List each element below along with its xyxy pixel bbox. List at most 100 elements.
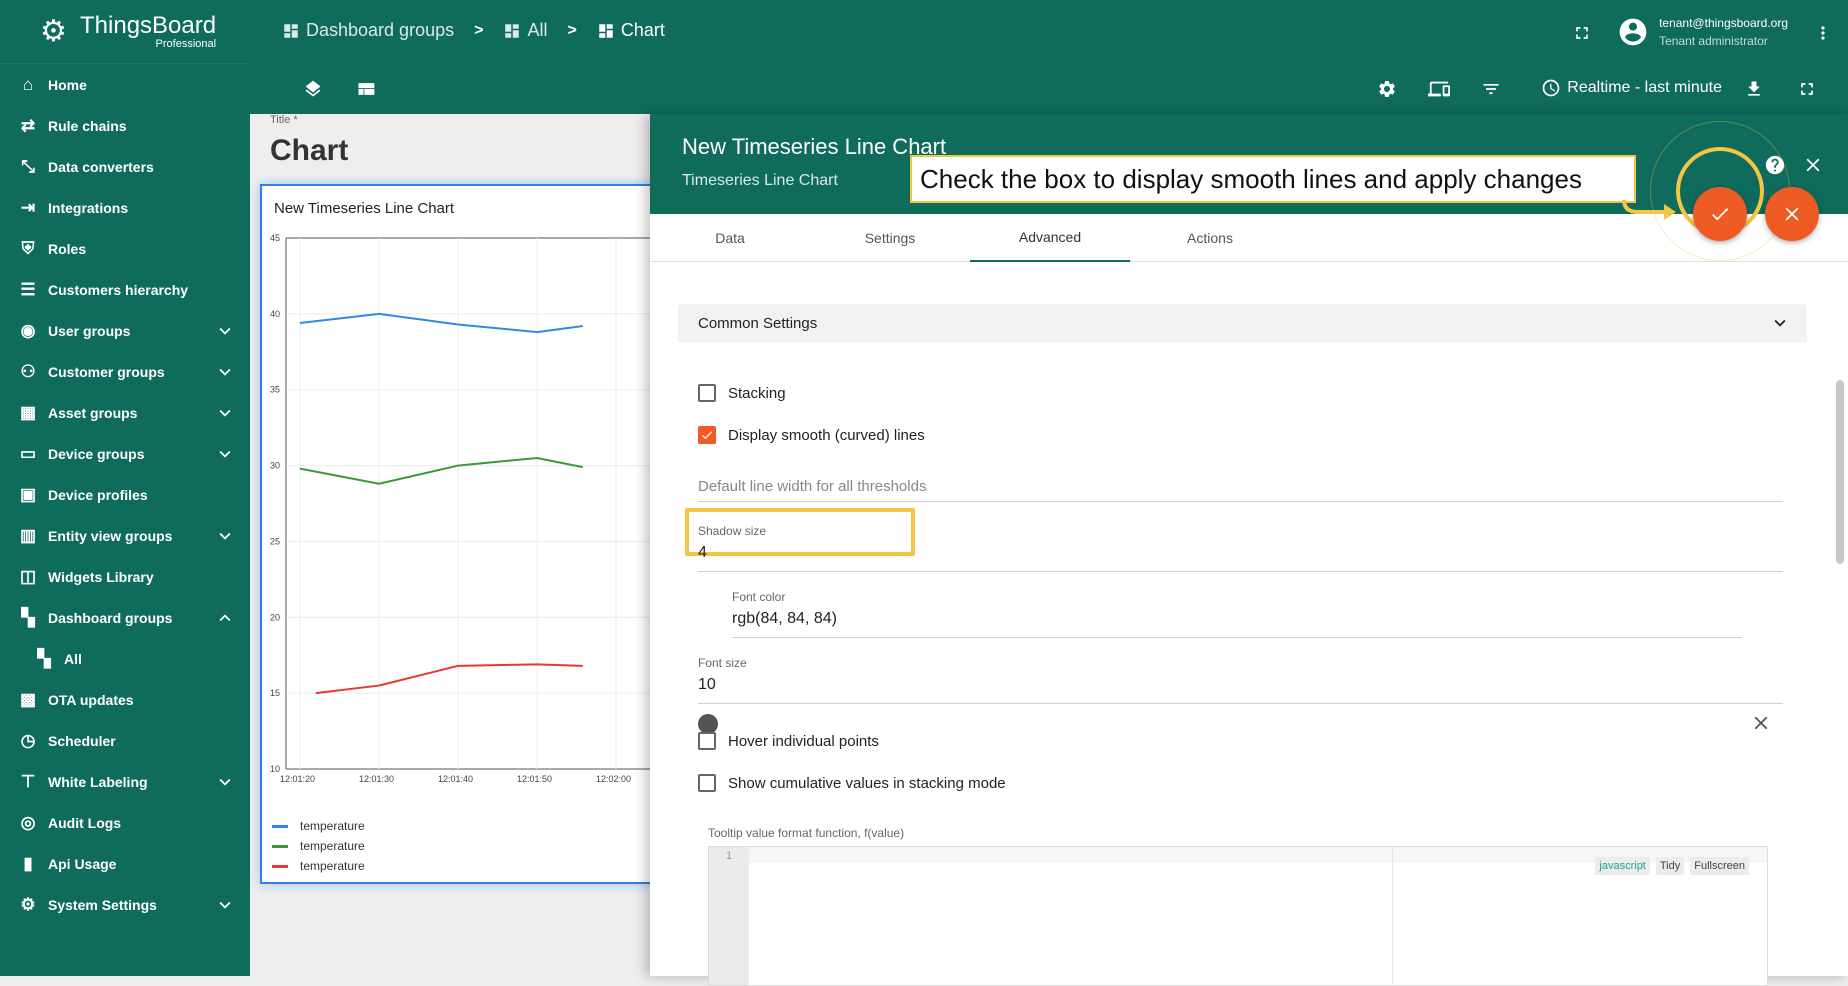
hover-points-label: Hover individual points	[728, 732, 879, 750]
font-color-value: rgb(84, 84, 84)	[732, 610, 837, 627]
sidebar-item-dashboard-groups[interactable]: ▚ Dashboard groups	[0, 597, 250, 638]
user-menu[interactable]: tenant@thingsboard.org Tenant administra…	[1617, 14, 1788, 50]
chevron-down-icon[interactable]	[214, 443, 236, 465]
sidebar-item-api-usage[interactable]: ▮ Api Usage	[0, 843, 250, 884]
sidebar-item-user-groups[interactable]: ◉ User groups	[0, 310, 250, 351]
sidebar-item-label: Widgets Library	[48, 568, 154, 585]
chevron-down-icon[interactable]	[214, 402, 236, 424]
font-size-field[interactable]: Font size 10	[698, 656, 1783, 704]
legend-entry[interactable]: temperature	[272, 836, 365, 856]
user-email: tenant@thingsboard.org	[1659, 16, 1788, 30]
chart-widget[interactable]: New Timeseries Line Chart 10 15 20 25 30 35 40…	[260, 184, 660, 884]
sidebar-item-home[interactable]: ⌂ Home	[0, 64, 250, 105]
breadcrumb-dashboard-groups[interactable]: Dashboard groups	[282, 20, 454, 41]
dashboard-icon	[599, 23, 613, 38]
download-icon[interactable]	[1740, 75, 1768, 103]
apply-changes-button[interactable]	[1693, 187, 1747, 241]
breadcrumb-label: Chart	[620, 20, 665, 40]
cumulative-checkbox-row[interactable]: Show cumulative values in stacking mode	[698, 774, 1006, 792]
hover-points-checkbox-row[interactable]: Hover individual points	[698, 732, 879, 750]
tab-advanced[interactable]: Advanced	[970, 214, 1130, 262]
sidebar-item-label: Home	[48, 76, 87, 93]
sidebar-item-customers-hierarchy[interactable]: ☰ Customers hierarchy	[0, 269, 250, 310]
sidebar-item-label: User groups	[48, 322, 131, 339]
font-color-swatch[interactable]	[698, 714, 718, 734]
chevron-down-icon[interactable]	[214, 894, 236, 916]
sidebar-item-rule-chains[interactable]: ⇄ Rule chains	[0, 105, 250, 146]
sidebar-item-roles[interactable]: ⛨ Roles	[0, 228, 250, 269]
y-tick-label: 10	[270, 764, 280, 774]
breadcrumb-all[interactable]: All	[503, 20, 547, 41]
layers-icon[interactable]	[299, 75, 327, 103]
close-icon[interactable]	[1802, 154, 1824, 176]
legend-entry[interactable]: temperature	[272, 856, 365, 876]
title-field-label: Title *	[270, 114, 298, 126]
sidebar-item-system-settings[interactable]: ⚙ System Settings	[0, 884, 250, 925]
y-tick-label: 40	[270, 309, 280, 319]
smooth-lines-checkbox[interactable]	[698, 426, 716, 444]
timewindow-button[interactable]: Realtime - last minute	[1541, 78, 1722, 98]
legend-label: temperature	[300, 819, 365, 833]
filter-list-icon[interactable]	[1477, 75, 1505, 103]
sidebar-item-audit-logs[interactable]: ◎ Audit Logs	[0, 802, 250, 843]
shadow-size-field[interactable]: Shadow size 4	[698, 524, 1783, 572]
logo[interactable]: ⚙ ThingsBoard Professional	[0, 0, 250, 64]
stacking-checkbox[interactable]	[698, 384, 716, 402]
breadcrumb-separator: >	[474, 21, 484, 39]
breadcrumb-separator: >	[567, 21, 577, 39]
fullscreen-icon[interactable]	[1568, 19, 1596, 47]
series-line	[299, 456, 584, 485]
stacking-checkbox-row[interactable]: Stacking	[698, 384, 786, 402]
settings-icon[interactable]	[1373, 75, 1401, 103]
font-color-field[interactable]: Font color rgb(84, 84, 84)	[732, 590, 1742, 638]
chevron-down-icon	[1774, 319, 1786, 327]
smooth-lines-checkbox-row[interactable]: Display smooth (curved) lines	[698, 426, 925, 444]
clear-icon[interactable]	[1750, 712, 1772, 734]
common-settings-header[interactable]: Common Settings	[678, 304, 1807, 342]
sidebar-item-widgets-library[interactable]: ◫ Widgets Library	[0, 556, 250, 597]
check-icon	[701, 431, 713, 440]
chevron-down-icon[interactable]	[214, 771, 236, 793]
smooth-lines-label: Display smooth (curved) lines	[728, 426, 925, 444]
tidy-button[interactable]: Tidy	[1655, 857, 1685, 875]
fullscreen-icon[interactable]	[1793, 75, 1821, 103]
sidebar-item-white-labeling[interactable]: ⊤ White Labeling	[0, 761, 250, 802]
chevron-up-icon[interactable]	[214, 607, 236, 629]
sidebar-item-asset-groups[interactable]: ▦ Asset groups	[0, 392, 250, 433]
tab-actions[interactable]: Actions	[1130, 214, 1290, 262]
line-width-placeholder: Default line width for all thresholds	[698, 478, 927, 495]
sidebar-item-device-groups[interactable]: ▭ Device groups	[0, 433, 250, 474]
hover-points-checkbox[interactable]	[698, 732, 716, 750]
devices-icon[interactable]	[1425, 75, 1453, 103]
chevron-down-icon[interactable]	[214, 361, 236, 383]
tab-data[interactable]: Data	[650, 214, 810, 262]
sidebar-item-entity-view-groups[interactable]: ▥ Entity view groups	[0, 515, 250, 556]
sidebar-item-scheduler[interactable]: ◷ Scheduler	[0, 720, 250, 761]
sidebar-item-label: Device groups	[48, 445, 145, 462]
chevron-down-icon[interactable]	[214, 320, 236, 342]
tooltip-function-editor[interactable]: 1 javascript Tidy Fullscreen	[708, 846, 1768, 986]
legend-entry[interactable]: temperature	[272, 816, 365, 836]
tab-settings[interactable]: Settings	[810, 214, 970, 262]
sidebar-item-all[interactable]: ▚ All	[0, 638, 250, 679]
line-width-field[interactable]: Default line width for all thresholds	[698, 460, 1783, 502]
home-icon: ⌂	[22, 74, 34, 94]
fullscreen-button[interactable]: Fullscreen	[1690, 857, 1749, 875]
chevron-down-icon[interactable]	[214, 525, 236, 547]
code-toolbar: javascript Tidy Fullscreen	[1595, 857, 1749, 875]
sidebar-item-data-converters[interactable]: ⤡ Data converters	[0, 146, 250, 187]
cumulative-label: Show cumulative values in stacking mode	[728, 774, 1006, 792]
cumulative-checkbox[interactable]	[698, 774, 716, 792]
view-compact-icon[interactable]	[352, 75, 380, 103]
dashboard-title[interactable]: Chart	[270, 134, 348, 168]
sidebar-item-device-profiles[interactable]: ▣ Device profiles	[0, 474, 250, 515]
sidebar-item-ota-updates[interactable]: ▩ OTA updates	[0, 679, 250, 720]
sidebar-item-customer-groups[interactable]: ⚇ Customer groups	[0, 351, 250, 392]
more-vert-icon[interactable]	[1809, 19, 1837, 47]
sidebar-item-integrations[interactable]: ⇥ Integrations	[0, 187, 250, 228]
breadcrumb-label: All	[527, 20, 548, 40]
sidebar-item-label: OTA updates	[48, 691, 134, 708]
scrollbar[interactable]	[1836, 380, 1844, 564]
legend-swatch	[272, 844, 288, 848]
decline-changes-button[interactable]	[1765, 187, 1819, 241]
